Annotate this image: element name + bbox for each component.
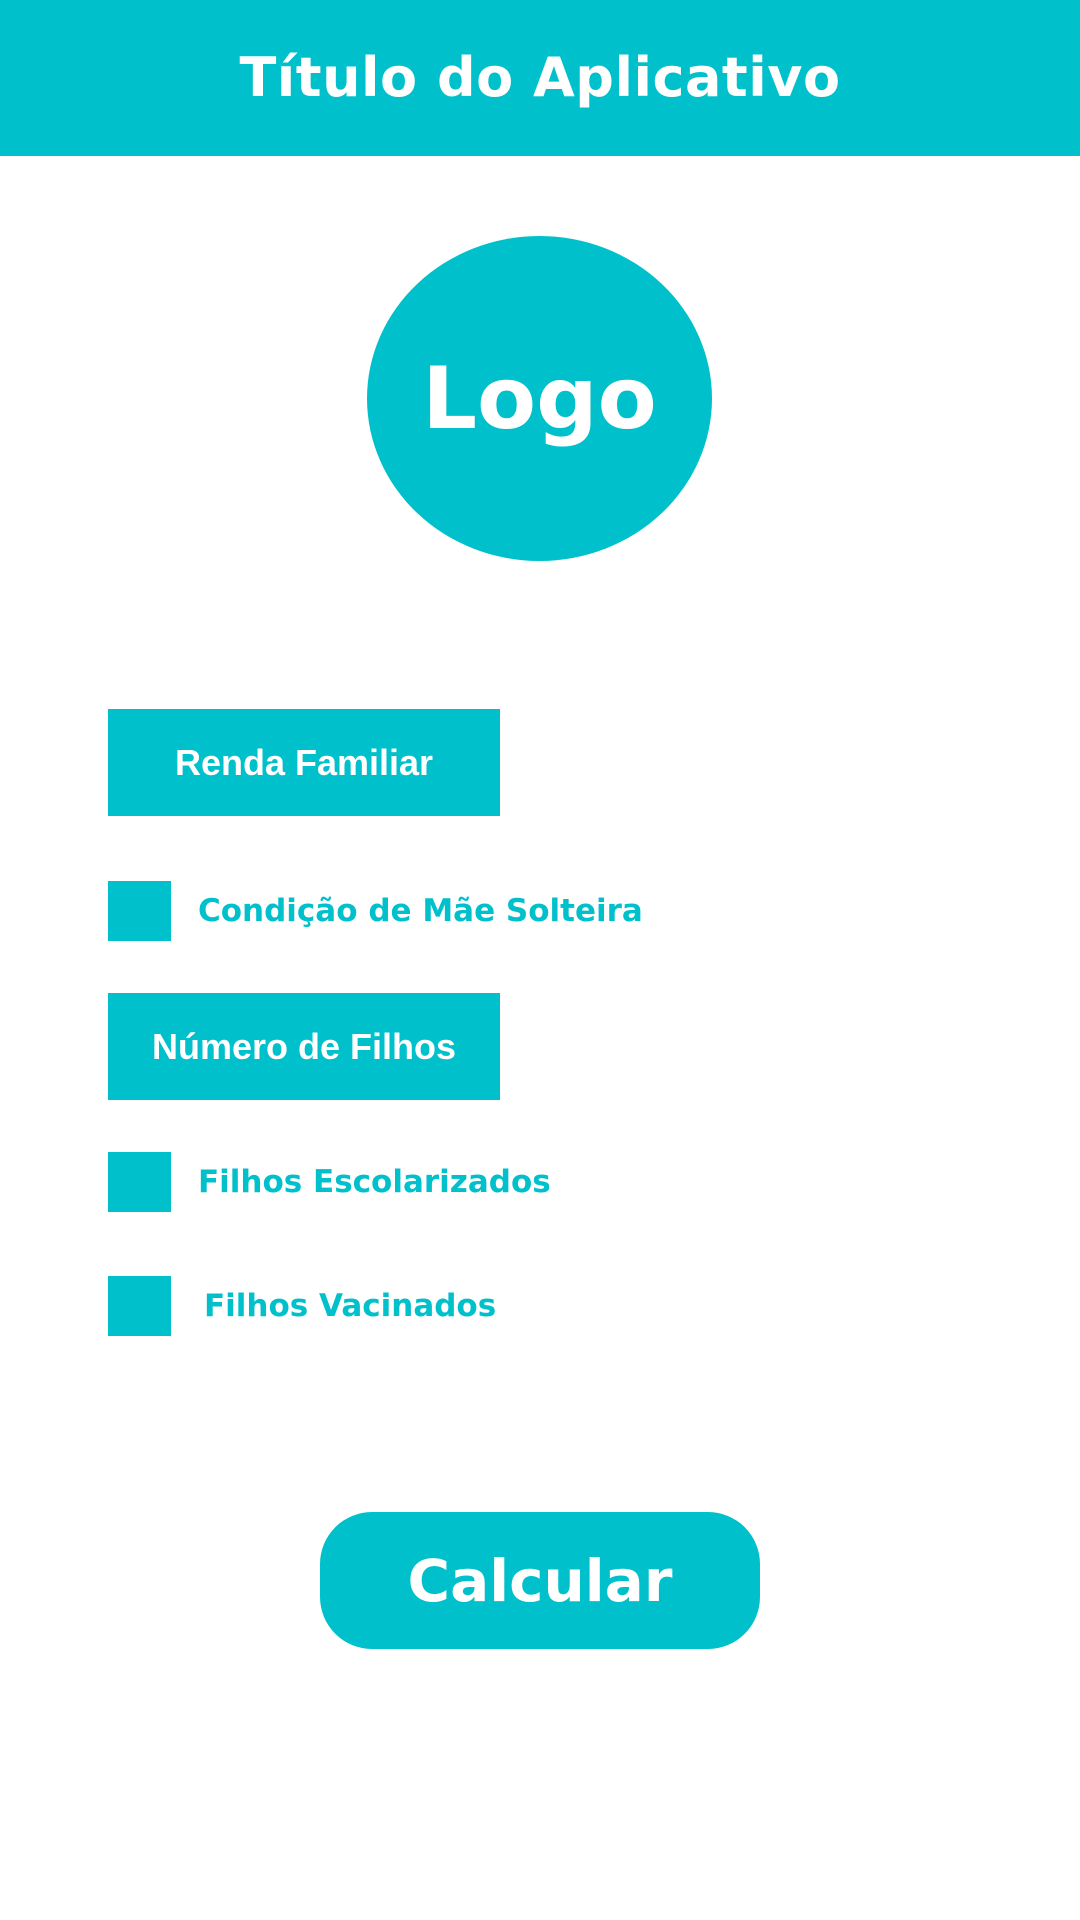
mae-solteira-label: Condição de Mãe Solteira <box>198 892 643 929</box>
filhos-vacinados-row: Filhos Vacinados <box>108 1276 496 1336</box>
mae-solteira-checkbox[interactable] <box>108 881 171 941</box>
numero-filhos-label: Número de Filhos <box>151 1025 457 1067</box>
filhos-escolarizados-label: Filhos Escolarizados <box>198 1163 551 1200</box>
calculate-button[interactable]: Calcular <box>320 1512 760 1649</box>
filhos-vacinados-label: Filhos Vacinados <box>204 1287 497 1324</box>
logo: Logo <box>367 236 712 561</box>
renda-familiar-label: Renda Familiar <box>174 741 434 783</box>
numero-filhos-button[interactable]: Número de Filhos <box>108 993 500 1100</box>
logo-label: Logo <box>422 348 657 449</box>
filhos-escolarizados-checkbox[interactable] <box>108 1152 171 1212</box>
mae-solteira-row: Condição de Mãe Solteira <box>108 881 643 941</box>
app-title: Título do Aplicativo <box>239 46 841 109</box>
calculate-label: Calcular <box>407 1546 673 1615</box>
app-header: Título do Aplicativo <box>0 0 1080 156</box>
filhos-vacinados-checkbox[interactable] <box>108 1276 171 1336</box>
filhos-escolarizados-row: Filhos Escolarizados <box>108 1152 551 1212</box>
renda-familiar-button[interactable]: Renda Familiar <box>108 709 500 816</box>
